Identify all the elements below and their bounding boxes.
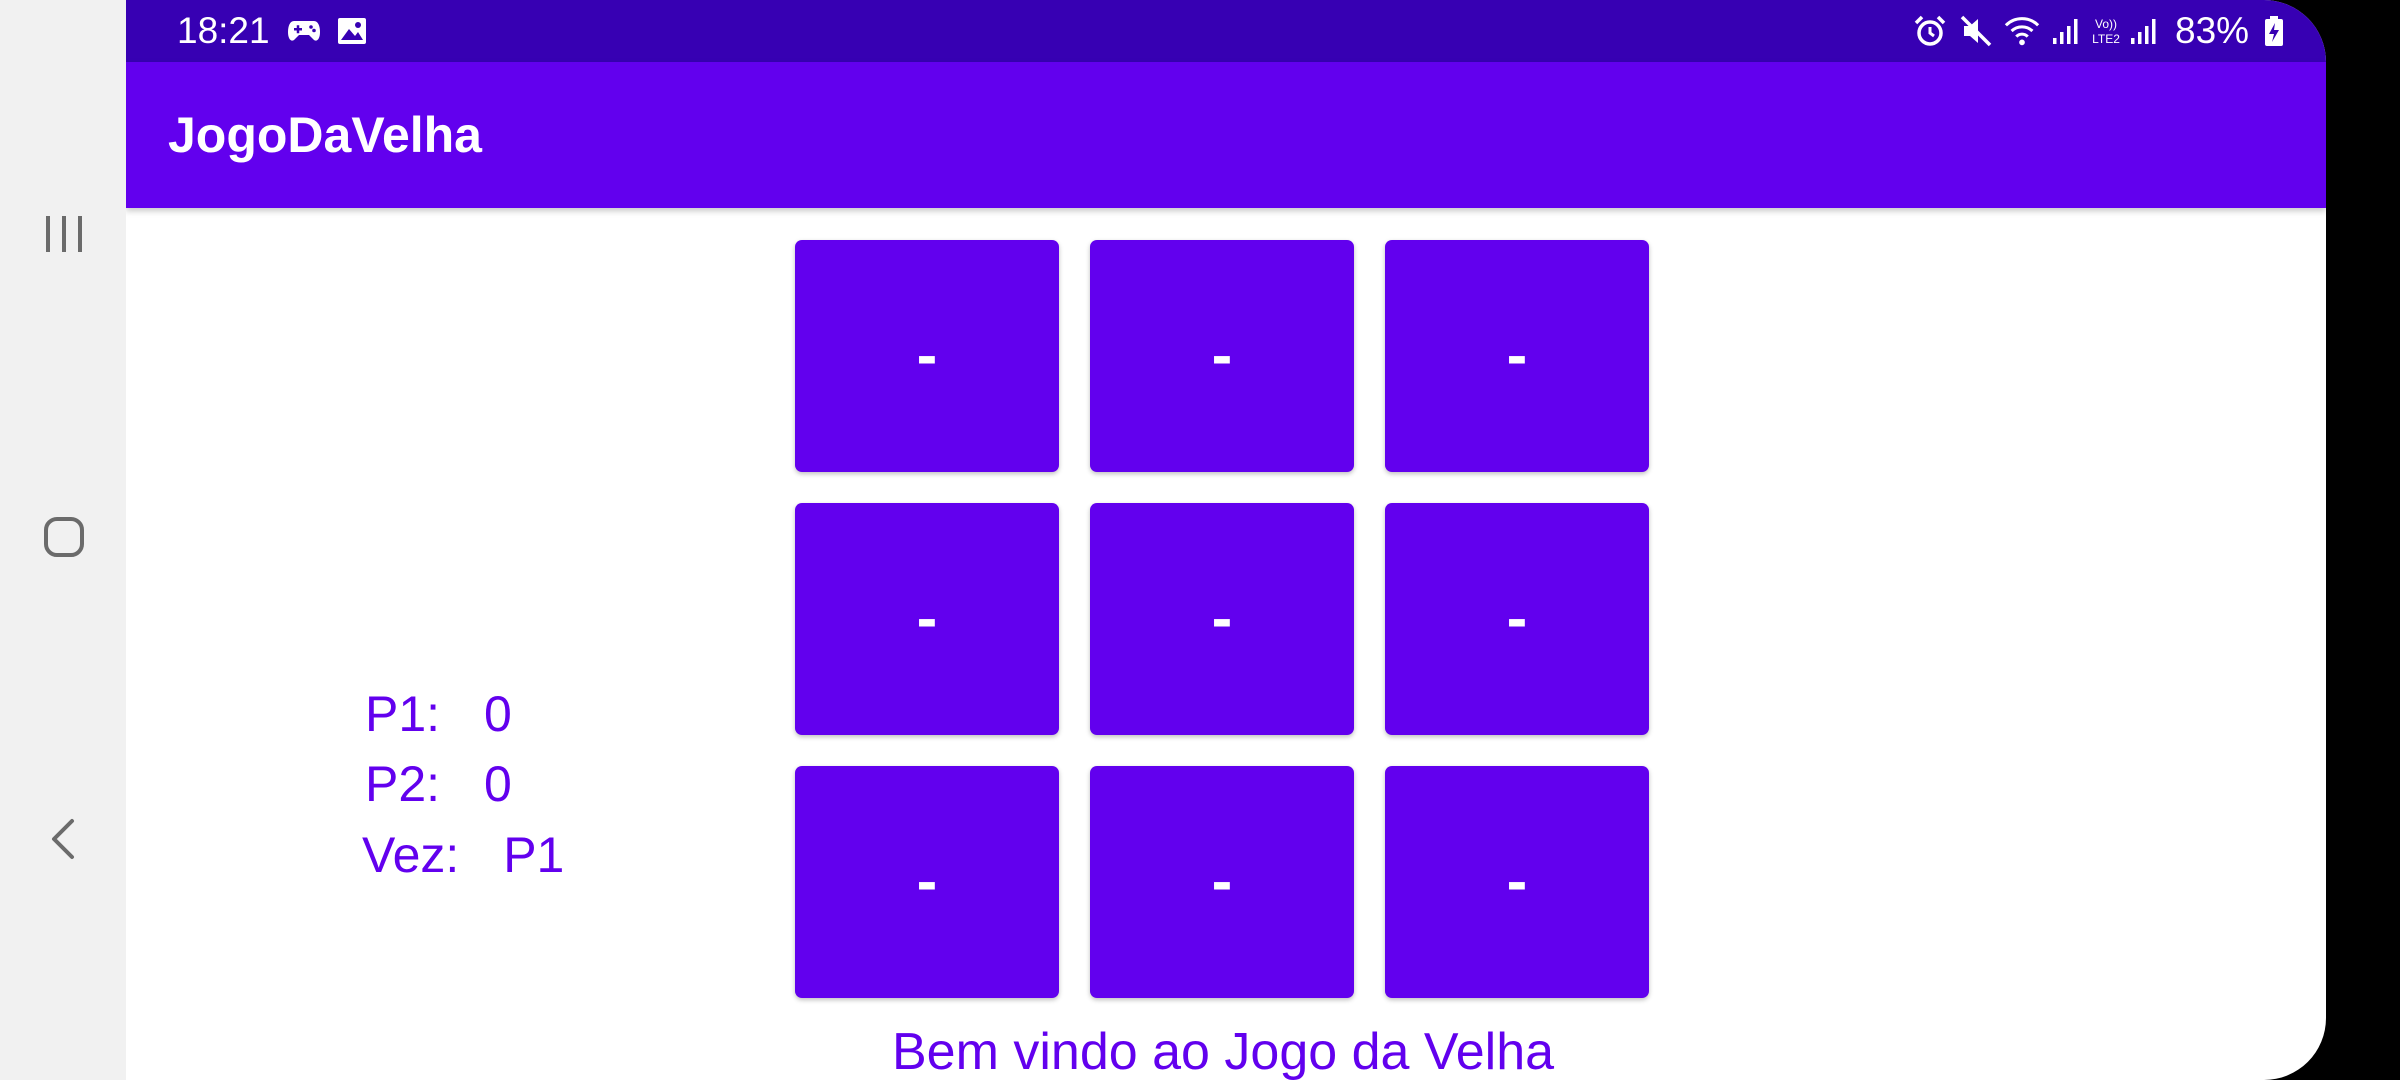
recents-button[interactable]: [23, 193, 105, 275]
turn-value: P1: [503, 827, 565, 883]
svg-text:Vo)): Vo)): [2095, 17, 2117, 31]
p1-label: P1:: [365, 686, 441, 742]
turn-indicator: Vez: P1: [362, 826, 564, 884]
navigation-bar: [0, 0, 126, 1080]
game-board: - - - - - - - - -: [795, 240, 1649, 1000]
battery-percentage: 83%: [2175, 10, 2250, 51]
wifi-icon: [2004, 14, 2040, 48]
app-title: JogoDaVelha: [168, 107, 482, 163]
welcome-message: Bem vindo ao Jogo da Velha: [892, 1023, 1555, 1080]
mute-icon: [1958, 14, 1994, 48]
signal-icon: [2048, 14, 2084, 48]
p2-label: P2:: [365, 756, 441, 812]
svg-text:LTE2: LTE2: [2092, 32, 2120, 46]
turn-label: Vez:: [362, 827, 460, 883]
image-icon: [334, 14, 370, 48]
board-cell-2[interactable]: -: [1090, 240, 1354, 472]
board-cell-9[interactable]: -: [1385, 766, 1649, 998]
battery-charging-icon: [2262, 14, 2286, 48]
volte-lte2-icon: Vo)) LTE2: [2088, 14, 2124, 48]
home-icon: [44, 517, 84, 557]
board-cell-6[interactable]: -: [1385, 503, 1649, 735]
alarm-icon: [1912, 14, 1948, 48]
app-bar: JogoDaVelha: [126, 62, 2326, 208]
p2-score: P2: 0: [365, 755, 512, 813]
board-cell-1[interactable]: -: [795, 240, 1059, 472]
status-bar: 18:21 Vo)) LTE2 83%: [126, 0, 2326, 62]
game-controller-icon: [286, 14, 322, 48]
app-screen: 18:21 Vo)) LTE2 83% JogoDaVelha P1: 0 P2…: [126, 0, 2326, 1080]
signal-2-icon: [2126, 14, 2162, 48]
board-cell-8[interactable]: -: [1090, 766, 1354, 998]
p1-value: 0: [483, 686, 512, 742]
home-button[interactable]: [23, 496, 105, 578]
recents-icon: [46, 216, 82, 252]
board-cell-4[interactable]: -: [795, 503, 1059, 735]
board-cell-7[interactable]: -: [795, 766, 1059, 998]
p1-score: P1: 0: [365, 685, 512, 743]
status-time: 18:21: [177, 10, 270, 51]
board-cell-5[interactable]: -: [1090, 503, 1354, 735]
back-icon: [52, 819, 74, 859]
p2-value: 0: [483, 756, 512, 812]
board-cell-3[interactable]: -: [1385, 240, 1649, 472]
back-button[interactable]: [23, 798, 105, 880]
